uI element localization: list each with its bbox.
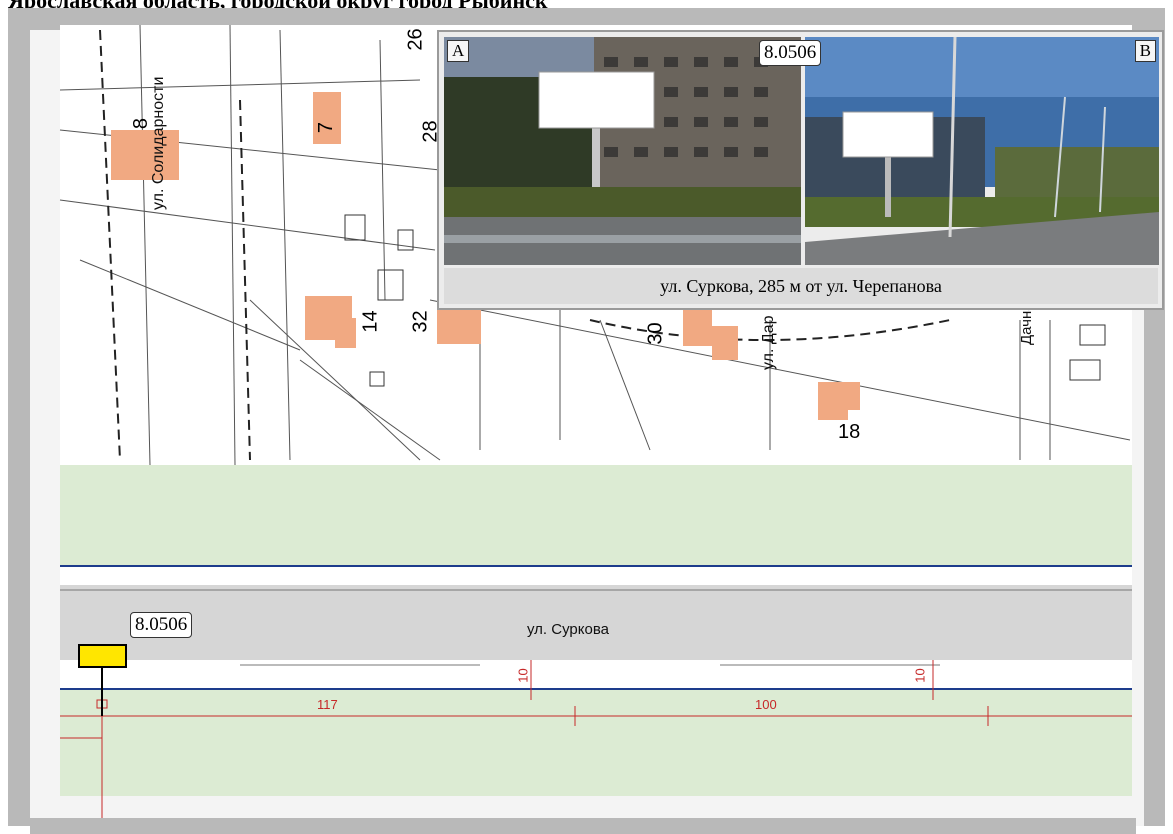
green-zone-south [60, 688, 1132, 796]
sidewalk [60, 660, 1132, 688]
building-number: 7 [315, 121, 338, 134]
building [437, 310, 481, 344]
dimension-label: 10 [515, 668, 531, 683]
street-label-partial: ул. Дар [760, 315, 777, 370]
photo-a-drawing [444, 37, 801, 265]
photo-b-label: B [1134, 40, 1156, 62]
inset-id-label: 8.0506 [759, 40, 822, 66]
photo-a[interactable]: A [444, 37, 801, 265]
dimension-label: 117 [317, 697, 338, 712]
building-number: 8 [130, 117, 153, 130]
building-number: 14 [359, 310, 382, 333]
billboard-marker[interactable] [78, 644, 127, 668]
building [111, 130, 179, 180]
dimension-label: 100 [755, 697, 777, 712]
photo-b[interactable]: B [805, 37, 1159, 265]
frame-bottom [30, 818, 1136, 834]
photo-b-drawing [805, 37, 1159, 265]
photo-a-label: A [447, 40, 470, 62]
building-number: 18 [838, 421, 861, 443]
green-zone-north [60, 465, 1132, 565]
building-number: 26 [404, 28, 427, 51]
inset-caption: ул. Суркова, 285 м от ул. Черепанова [444, 268, 1158, 304]
building-number: 32 [409, 310, 432, 333]
photo-inset: A B 8.0506 ул. Суркова, 285 м от ул. Чер… [437, 30, 1164, 310]
dimension-label: 10 [912, 668, 928, 683]
building-number: 30 [644, 322, 667, 345]
building [313, 92, 341, 144]
street-label-surkova: ул. Суркова [527, 621, 609, 638]
street-label-solidarnosti: ул. Солидарности [150, 76, 167, 210]
marker-id-label: 8.0506 [130, 612, 193, 638]
sidewalk-north [60, 565, 1132, 585]
